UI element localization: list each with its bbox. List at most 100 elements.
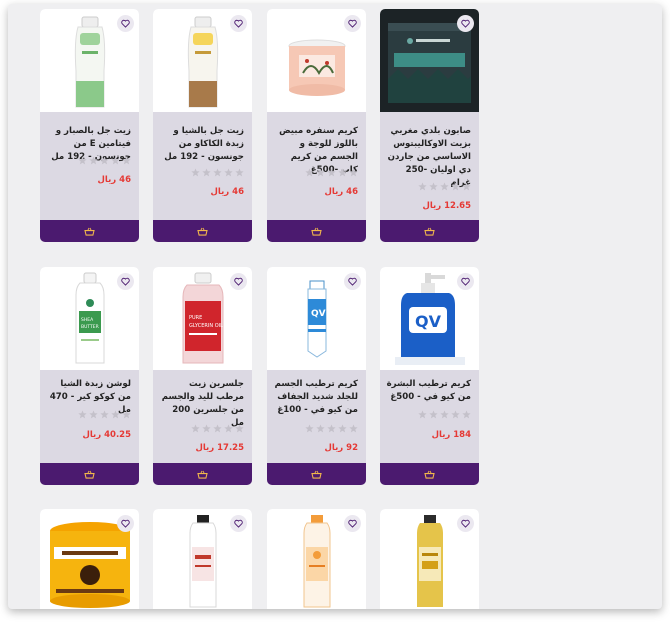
basket-icon [424,227,435,236]
svg-text:PURE: PURE [189,315,202,321]
rating-stars [191,424,244,433]
heart-icon [121,519,130,528]
favorite-button[interactable] [230,273,247,290]
basket-icon [84,470,95,479]
product-card[interactable] [267,509,366,609]
star-icon [429,410,438,419]
product-card[interactable]: زيت جل بالصبار و فيتامين E من جونسون - 1… [40,9,139,242]
star-icon [100,156,109,165]
add-to-cart-button[interactable] [380,220,479,242]
add-to-cart-button[interactable] [40,220,139,242]
product-image[interactable] [153,9,252,112]
star-icon [305,424,314,433]
star-icon [224,424,233,433]
star-icon [418,182,427,191]
star-icon [440,410,449,419]
product-image[interactable]: QV [267,267,366,370]
product-card[interactable]: QV كريم ترطيب البشرة من كيو في - 500غ 18… [380,267,479,485]
product-price: 12.65 ريال [422,201,471,211]
heart-icon [461,19,470,28]
favorite-button[interactable] [457,15,474,32]
star-icon [89,156,98,165]
favorite-button[interactable] [230,15,247,32]
product-image[interactable] [267,509,366,609]
product-card[interactable]: SHEA BUTTER لوشن زبدة الشيا من كوكو كير … [40,267,139,485]
product-image[interactable] [153,509,252,609]
basket-icon [311,227,322,236]
svg-text:GLYCERIN OIL: GLYCERIN OIL [189,323,223,329]
star-icon [440,182,449,191]
svg-text:SHEA: SHEA [81,317,94,323]
product-card[interactable]: كريم سنفره مبيض باللوز للوجة و الجسم من … [267,9,366,242]
product-image[interactable]: SHEA BUTTER [40,267,139,370]
star-icon [89,410,98,419]
star-icon [429,182,438,191]
star-icon [122,410,131,419]
star-icon [78,156,87,165]
star-icon [327,424,336,433]
basket-icon [84,227,95,236]
star-icon [213,168,222,177]
product-card[interactable] [40,509,139,609]
product-card[interactable]: QV كريم ترطيب الجسم للجلد شديد الجفاف من… [267,267,366,485]
favorite-button[interactable] [344,15,361,32]
star-icon [305,168,314,177]
heart-icon [348,519,357,528]
rating-stars [191,168,244,177]
favorite-button[interactable] [117,515,134,532]
rating-stars [305,168,358,177]
star-icon [349,424,358,433]
star-icon [100,410,109,419]
rating-stars [418,410,471,419]
product-grid-page: صابون بلدي مغربي بزيت الاوكاليبتوس الاسا… [8,4,662,609]
add-to-cart-button[interactable] [380,463,479,485]
star-icon [316,168,325,177]
star-icon [235,168,244,177]
add-to-cart-button[interactable] [40,463,139,485]
star-icon [338,168,347,177]
star-icon [338,424,347,433]
favorite-button[interactable] [230,515,247,532]
product-name[interactable]: صابون بلدي مغربي بزيت الاوكاليبتوس الاسا… [386,125,471,190]
star-icon [451,410,460,419]
product-card[interactable] [153,509,252,609]
product-image[interactable] [40,9,139,112]
product-card[interactable]: زيت جل بالشيا و زبدة الكاكاو من جونسون -… [153,9,252,242]
add-to-cart-button[interactable] [267,463,366,485]
product-card[interactable] [380,509,479,609]
star-icon [111,410,120,419]
favorite-button[interactable] [117,15,134,32]
star-icon [191,168,200,177]
product-image[interactable] [380,509,479,609]
product-name[interactable]: كريم ترطيب الجسم للجلد شديد الجفاف من كي… [273,378,358,417]
add-to-cart-button[interactable] [153,220,252,242]
product-name[interactable]: زيت جل بالشيا و زبدة الكاكاو من جونسون -… [159,125,244,164]
star-icon [111,156,120,165]
product-image[interactable]: PURE GLYCERIN OIL [153,267,252,370]
product-name[interactable]: جلسرين زيت مرطب لليد والجسم من جلسرين 20… [159,378,244,430]
favorite-button[interactable] [117,273,134,290]
product-name[interactable]: كريم ترطيب البشرة من كيو في - 500غ [386,378,471,404]
product-price: 40.25 ريال [82,430,131,440]
heart-icon [234,277,243,286]
product-image[interactable] [267,9,366,112]
star-icon [418,410,427,419]
favorite-button[interactable] [344,515,361,532]
product-card[interactable]: PURE GLYCERIN OIL جلسرين زيت مرطب لليد و… [153,267,252,485]
product-image[interactable]: QV [380,267,479,370]
product-image[interactable] [380,9,479,112]
product-card[interactable]: صابون بلدي مغربي بزيت الاوكاليبتوس الاسا… [380,9,479,242]
star-icon [462,182,471,191]
heart-icon [121,277,130,286]
favorite-button[interactable] [457,273,474,290]
heart-icon [234,519,243,528]
heart-icon [461,277,470,286]
favorite-button[interactable] [344,273,361,290]
basket-icon [311,470,322,479]
add-to-cart-button[interactable] [267,220,366,242]
rating-stars [305,424,358,433]
favorite-button[interactable] [457,515,474,532]
add-to-cart-button[interactable] [153,463,252,485]
product-image[interactable] [40,509,139,609]
basket-icon [197,470,208,479]
